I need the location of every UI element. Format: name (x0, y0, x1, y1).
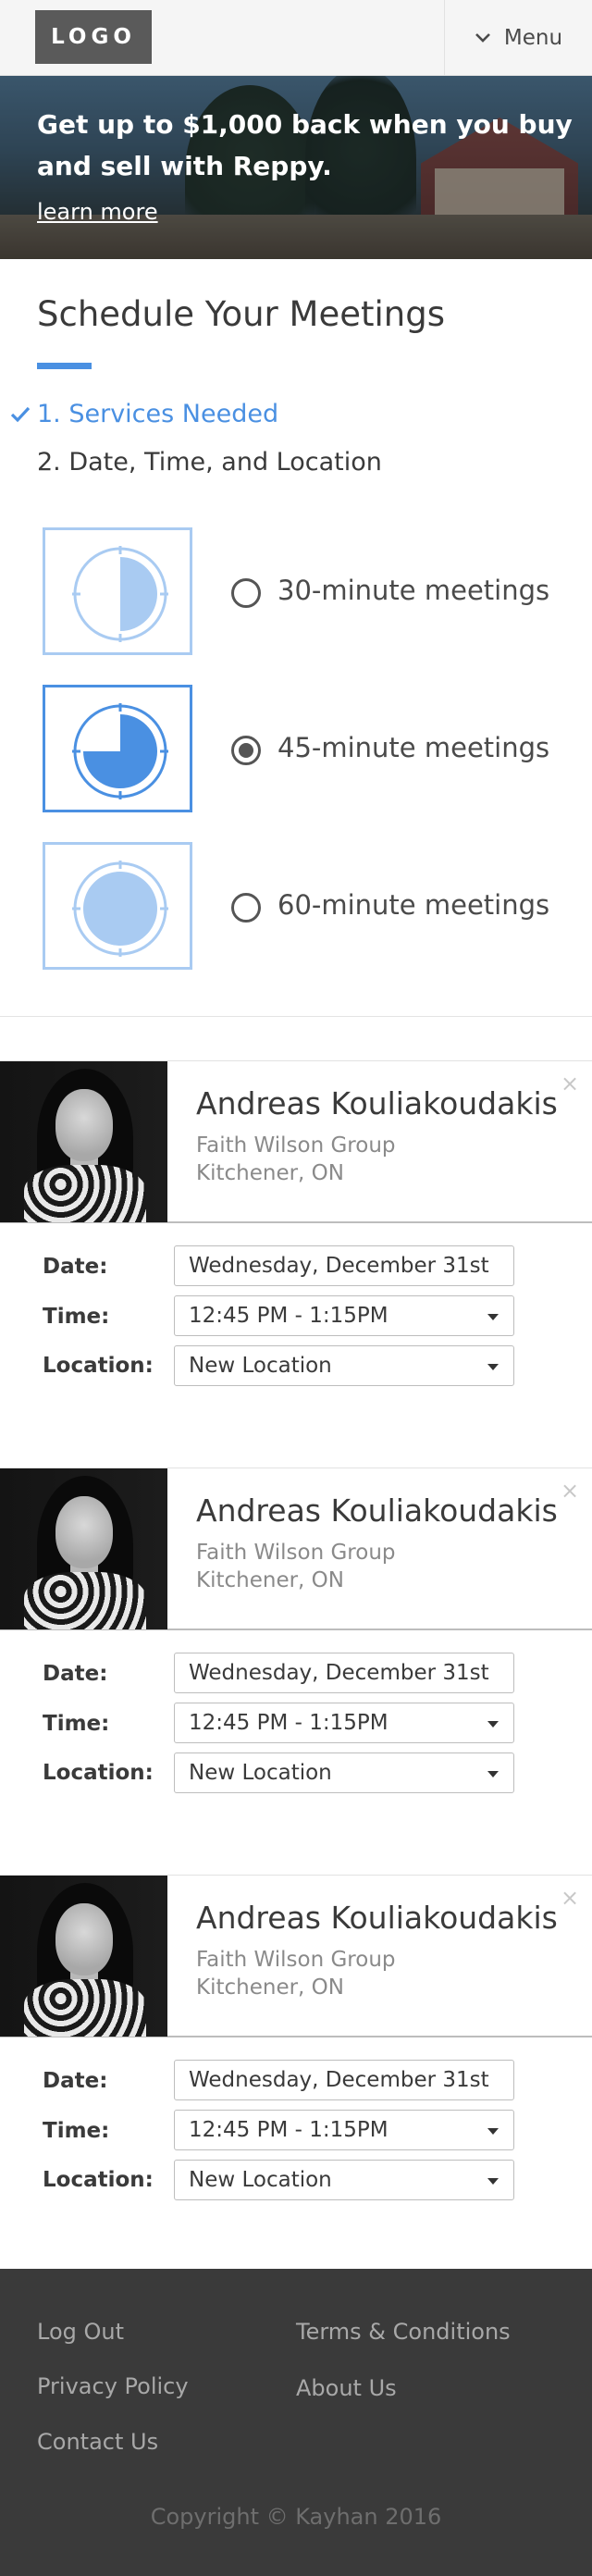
location-value: New Location (189, 1761, 332, 1785)
location-select[interactable]: New Location (174, 1345, 514, 1386)
agent-card: Andreas Kouliakoudakis Faith Wilson Grou… (0, 1875, 592, 2037)
half-clock-icon (72, 546, 168, 642)
duration-radio-30[interactable] (231, 578, 261, 608)
learn-more-link[interactable]: learn more (37, 199, 158, 225)
date-field[interactable]: Wednesday, December 31st (174, 2060, 514, 2100)
time-select[interactable]: 12:45 PM - 1:15PM (174, 2110, 514, 2150)
date-label: Date: (43, 1255, 108, 1279)
duration-label-45: 45-minute meetings (278, 732, 550, 763)
copyright: Copyright © Kayhan 2016 (150, 2504, 442, 2530)
agent-name: Andreas Kouliakoudakis (196, 1492, 558, 1529)
duration-radio-60[interactable] (231, 893, 261, 923)
location-value: New Location (189, 2168, 332, 2192)
duration-radio-45[interactable] (231, 736, 261, 765)
duration-option-45[interactable] (43, 685, 192, 812)
agent-city: Kitchener, ON (196, 1975, 344, 2000)
agent-company: Faith Wilson Group (196, 1948, 396, 1972)
location-select[interactable]: New Location (174, 2160, 514, 2200)
time-value: 12:45 PM - 1:15PM (189, 1711, 388, 1735)
duration-option-60[interactable] (43, 842, 192, 970)
date-value: Wednesday, December 31st (189, 2068, 489, 2092)
step-date-time-location[interactable]: 2. Date, Time, and Location (37, 448, 382, 477)
promo-headline: Get up to $1,000 back when you buy and s… (37, 109, 573, 181)
menu-button[interactable]: Menu (444, 0, 592, 76)
agent-photo (0, 1468, 167, 1629)
dropdown-caret-icon (487, 1364, 499, 1370)
footer-link-contact-us[interactable]: Contact Us (37, 2429, 158, 2455)
time-value: 12:45 PM - 1:15PM (189, 1304, 388, 1328)
logo[interactable]: LOGO (35, 10, 152, 64)
footer-link-log-out[interactable]: Log Out (37, 2319, 124, 2345)
footer-link-privacy-policy[interactable]: Privacy Policy (37, 2373, 189, 2399)
date-label: Date: (43, 2069, 108, 2093)
date-value: Wednesday, December 31st (189, 1661, 489, 1685)
time-label: Time: (43, 2119, 110, 2143)
agent-photo (0, 1061, 167, 1222)
agent-photo (0, 1876, 167, 2037)
full-clock-icon (72, 861, 168, 957)
page-title: Schedule Your Meetings (37, 294, 445, 334)
agent-company: Faith Wilson Group (196, 1133, 396, 1158)
agent-name: Andreas Kouliakoudakis (196, 1900, 558, 1936)
time-select[interactable]: 12:45 PM - 1:15PM (174, 1295, 514, 1336)
location-label: Location: (43, 2168, 154, 2192)
close-icon[interactable]: × (561, 1478, 579, 1504)
date-label: Date: (43, 1662, 108, 1686)
dropdown-caret-icon (487, 2128, 499, 2135)
dropdown-caret-icon (487, 2178, 499, 2185)
step-services-needed[interactable]: 1. Services Needed (37, 400, 278, 428)
duration-option-30[interactable] (43, 527, 192, 655)
dropdown-caret-icon (487, 1771, 499, 1777)
agent-city: Kitchener, ON (196, 1161, 344, 1185)
title-underline (37, 363, 92, 369)
three-quarter-clock-icon (72, 703, 168, 799)
duration-label-30: 30-minute meetings (278, 575, 550, 606)
agent-city: Kitchener, ON (196, 1568, 344, 1592)
agent-card: Andreas Kouliakoudakis Faith Wilson Grou… (0, 1060, 592, 1223)
footer-link-about-us[interactable]: About Us (296, 2375, 397, 2401)
duration-label-60: 60-minute meetings (278, 889, 550, 921)
time-label: Time: (43, 1305, 110, 1329)
agent-company: Faith Wilson Group (196, 1541, 396, 1565)
site-header: LOGO Menu (0, 0, 592, 76)
section-divider (0, 1016, 592, 1017)
close-icon[interactable]: × (561, 1885, 579, 1911)
checkmark-icon (10, 406, 31, 423)
promo-banner: Get up to $1,000 back when you buy and s… (0, 76, 592, 259)
location-label: Location: (43, 1761, 154, 1785)
time-select[interactable]: 12:45 PM - 1:15PM (174, 1703, 514, 1743)
dropdown-caret-icon (487, 1314, 499, 1320)
date-field[interactable]: Wednesday, December 31st (174, 1245, 514, 1286)
location-select[interactable]: New Location (174, 1752, 514, 1793)
site-footer (0, 2269, 592, 2576)
location-label: Location: (43, 1354, 154, 1378)
dropdown-caret-icon (487, 1721, 499, 1728)
footer-link-terms[interactable]: Terms & Conditions (296, 2319, 511, 2345)
time-value: 12:45 PM - 1:15PM (189, 2118, 388, 2142)
date-field[interactable]: Wednesday, December 31st (174, 1653, 514, 1693)
menu-label: Menu (503, 26, 563, 50)
agent-name: Andreas Kouliakoudakis (196, 1085, 558, 1121)
agent-card: Andreas Kouliakoudakis Faith Wilson Grou… (0, 1468, 592, 1630)
time-label: Time: (43, 1712, 110, 1736)
date-value: Wednesday, December 31st (189, 1254, 489, 1278)
chevron-down-icon (475, 33, 490, 43)
close-icon[interactable]: × (561, 1071, 579, 1096)
location-value: New Location (189, 1354, 332, 1378)
